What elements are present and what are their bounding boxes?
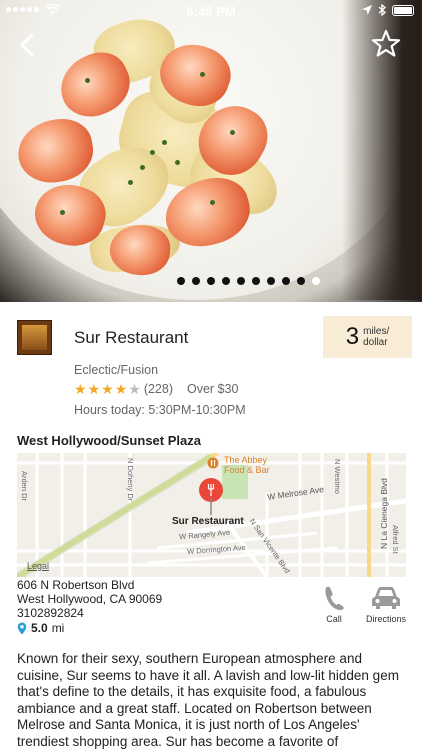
pager-dot[interactable] (266, 277, 275, 285)
pager-dot[interactable] (176, 277, 185, 285)
herb (60, 210, 65, 215)
pager-dot[interactable] (236, 277, 245, 285)
location-arrow-icon (362, 5, 372, 15)
rating-row: ★ ★ ★ ★ ★ (228) Over $30 (74, 382, 238, 396)
herb (85, 78, 90, 83)
poi-label[interactable]: The Abbey Food & Bar (224, 455, 270, 475)
pager-dot[interactable] (251, 277, 260, 285)
value-unit-line1: miles/ (363, 326, 390, 337)
value-unit-line2: dollar (363, 337, 388, 348)
restaurant-description: Known for their sexy, southern European … (17, 651, 399, 749)
phone-number[interactable]: 3102892824 (17, 606, 162, 620)
hours-today: Hours today: 5:30PM-10:30PM (74, 403, 246, 417)
phone-icon (325, 586, 344, 611)
pager-dot[interactable] (221, 277, 230, 285)
poi-label-line2: Food & Bar (224, 465, 270, 475)
address-line1: 606 N Robertson Blvd (17, 578, 135, 592)
herb (150, 150, 155, 155)
hero-photo[interactable]: 6:45 PM (0, 0, 422, 302)
street-label: Arden Dr (20, 471, 29, 502)
map-pin-label: Sur Restaurant (172, 516, 244, 527)
street-label: N La Cienega Blvd (379, 478, 389, 549)
herb (175, 160, 180, 165)
distance-value: 5.0 (31, 621, 48, 635)
herb (162, 140, 167, 145)
location-pin-icon (17, 622, 27, 634)
pager-dot[interactable] (191, 277, 200, 285)
star-outline-icon[interactable] (370, 28, 402, 60)
herb (210, 200, 215, 205)
call-label: Call (326, 614, 342, 624)
status-bar: 6:45 PM (0, 0, 422, 22)
herb (128, 180, 133, 185)
price-range: Over $30 (187, 382, 239, 396)
restaurant-poi-icon[interactable] (207, 457, 219, 469)
value-unit: miles/ dollar (363, 326, 389, 348)
call-button[interactable]: Call (320, 585, 348, 624)
street-label: Alfred St (391, 525, 400, 554)
poi-label-line1: The Abbey (224, 455, 268, 465)
rating-stars: ★ ★ ★ ★ ★ (74, 382, 141, 396)
star-empty-icon: ★ (128, 381, 141, 397)
address-block: 606 N Robertson Blvd West Hollywood, CA … (17, 578, 162, 620)
bluetooth-icon (378, 4, 386, 16)
distance-row: 5.0 mi (17, 621, 64, 635)
car-icon (372, 587, 400, 609)
herb (140, 165, 145, 170)
battery-icon (392, 4, 414, 16)
restaurant-name: Sur Restaurant (74, 328, 189, 347)
herb (230, 130, 235, 135)
directions-label: Directions (365, 614, 406, 624)
pager-dot[interactable] (296, 277, 305, 285)
back-icon[interactable] (12, 30, 42, 60)
street-label: N Westmo (333, 459, 342, 494)
value-number: 3 (345, 323, 360, 350)
pager-dot[interactable] (281, 277, 290, 285)
star-filled-icon: ★ (74, 381, 87, 397)
pager-dot[interactable] (311, 277, 320, 285)
map-legal-link[interactable]: Legal (27, 561, 49, 571)
cuisine-label: Eclectic/Fusion (74, 363, 159, 377)
status-time: 6:45 PM (186, 4, 236, 19)
location-map[interactable]: The Abbey Food & Bar Sur Restaurant Arde… (17, 453, 406, 577)
pager-dot[interactable] (206, 277, 215, 285)
star-filled-icon: ★ (114, 381, 128, 397)
photo-pager[interactable] (0, 277, 422, 285)
location-pin-marker[interactable] (198, 478, 224, 516)
directions-button[interactable]: Directions (362, 585, 410, 624)
restaurant-logo (17, 320, 52, 355)
neighborhood-title: West Hollywood/Sunset Plaza (17, 433, 201, 448)
value-badge: 3 miles/ dollar (323, 316, 412, 358)
herb (200, 72, 205, 77)
street-label: N Doheny Dr (126, 458, 135, 502)
address-line2: West Hollywood, CA 90069 (17, 592, 163, 606)
review-count[interactable]: (228) (144, 382, 173, 396)
distance-unit: mi (51, 621, 65, 635)
star-filled-icon: ★ (87, 381, 101, 397)
star-filled-icon: ★ (101, 381, 114, 397)
